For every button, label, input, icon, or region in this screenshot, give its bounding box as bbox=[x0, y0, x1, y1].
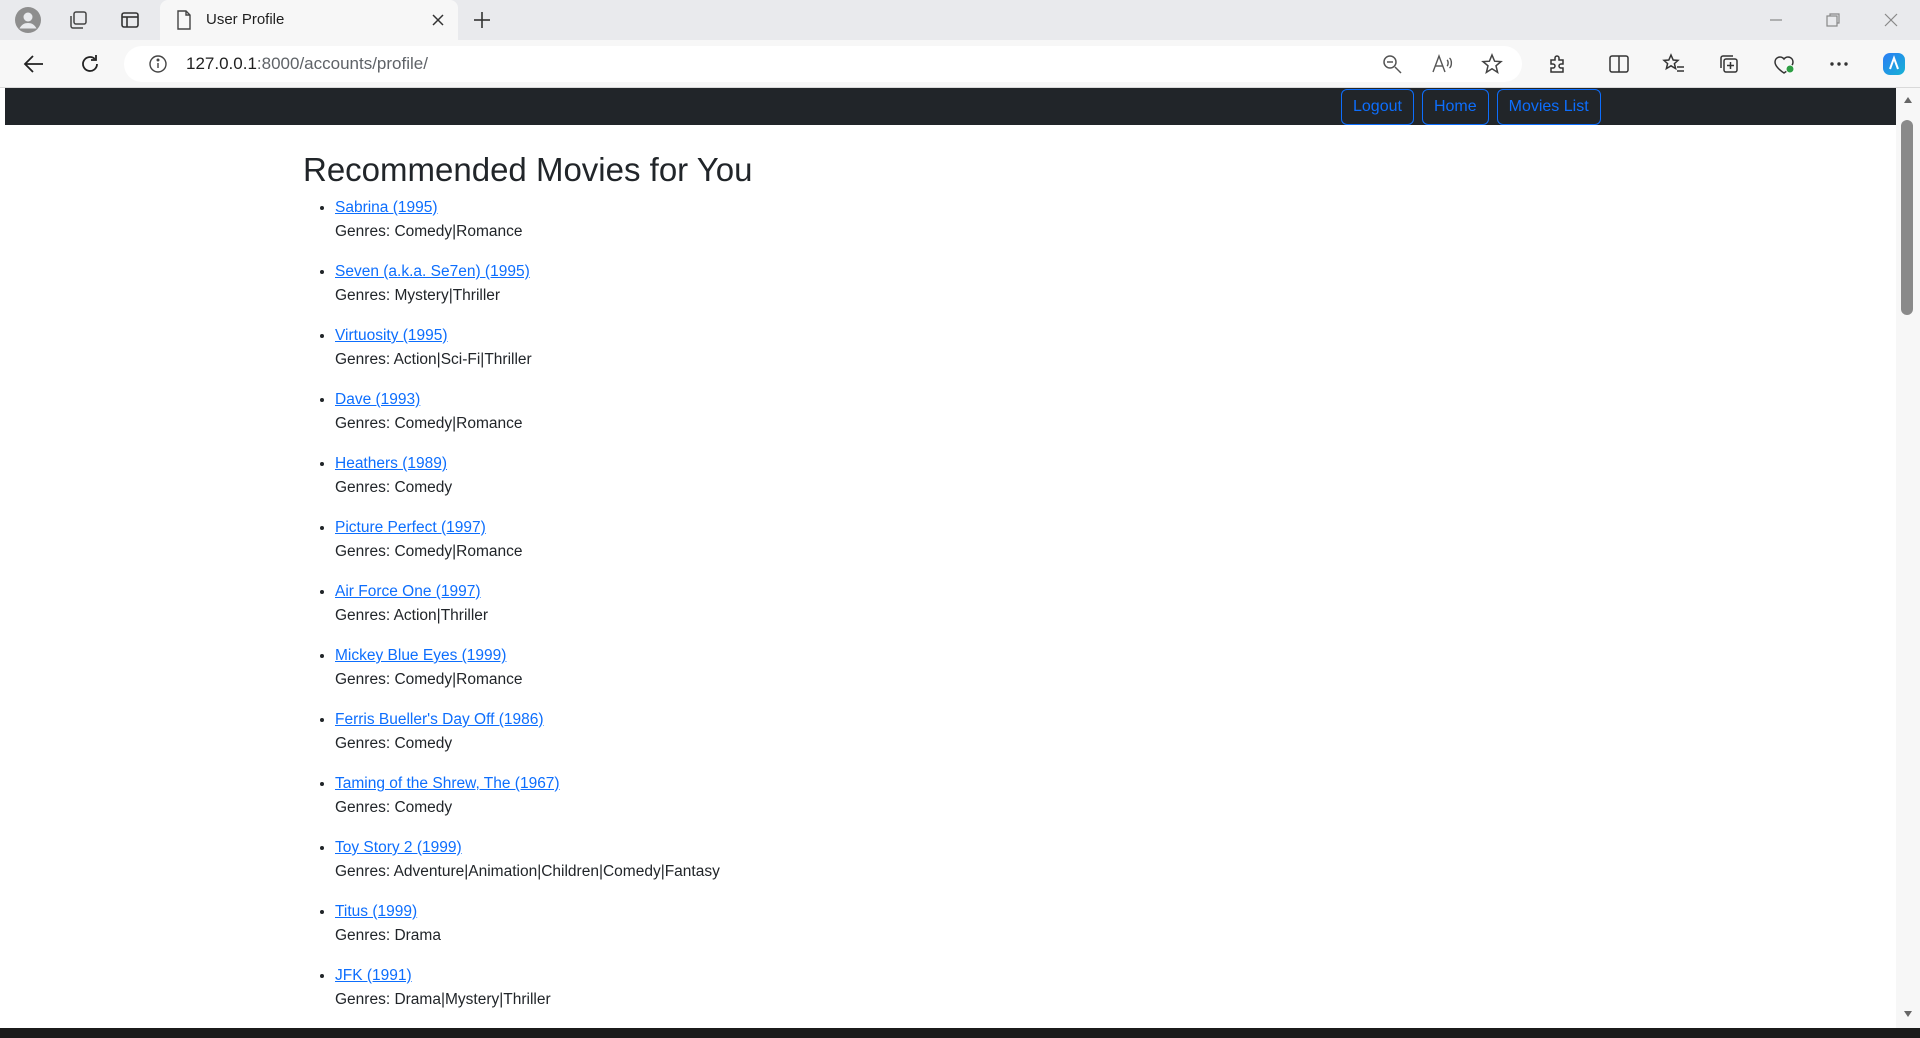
scroll-thumb[interactable] bbox=[1901, 120, 1913, 315]
list-item: Toy Story 2 (1999) Genres: Adventure|Anim… bbox=[335, 836, 1503, 884]
favorites-icon[interactable] bbox=[1660, 50, 1688, 78]
list-item: Ferris Bueller's Day Off (1986) Genres: C… bbox=[335, 708, 1503, 756]
movie-link[interactable]: Mickey Blue Eyes (1999) bbox=[335, 647, 506, 664]
page-scrollbar[interactable] bbox=[1896, 88, 1920, 1028]
movie-link[interactable]: Sabrina (1995) bbox=[335, 199, 438, 216]
browser-tab-bar: User Profile bbox=[0, 0, 1920, 40]
back-icon[interactable] bbox=[20, 50, 48, 78]
movie-genres: Genres: Action|Sci-Fi|Thriller bbox=[335, 351, 532, 368]
navbar-links: Logout Home Movies List bbox=[1341, 89, 1601, 125]
read-aloud-icon[interactable] bbox=[1430, 52, 1454, 76]
movie-link[interactable]: Toy Story 2 (1999) bbox=[335, 839, 462, 856]
list-item: Virtuosity (1995) Genres: Action|Sci-Fi|T… bbox=[335, 324, 1503, 372]
scroll-up-icon[interactable] bbox=[1902, 94, 1914, 106]
movie-link[interactable]: Heathers (1989) bbox=[335, 455, 447, 472]
restore-icon[interactable] bbox=[1821, 8, 1845, 32]
browser-essentials-icon[interactable] bbox=[1770, 50, 1798, 78]
movie-genres: Genres: Comedy bbox=[335, 735, 453, 752]
collections-icon[interactable] bbox=[1715, 50, 1743, 78]
workspaces-icon[interactable] bbox=[64, 6, 92, 34]
vertical-tabs-icon[interactable] bbox=[116, 6, 144, 34]
list-item: Air Force One (1997) Genres: Action|Thril… bbox=[335, 580, 1503, 628]
extensions-icon[interactable] bbox=[1544, 50, 1572, 78]
movie-link[interactable]: JFK (1991) bbox=[335, 967, 412, 984]
movie-link[interactable]: Dave (1993) bbox=[335, 391, 420, 408]
movie-link[interactable]: Virtuosity (1995) bbox=[335, 327, 448, 344]
movie-link[interactable]: Seven (a.k.a. Se7en) (1995) bbox=[335, 263, 530, 280]
movie-genres: Genres: Comedy|Romance bbox=[335, 223, 523, 240]
list-item: Seven (a.k.a. Se7en) (1995) Genres: Myste… bbox=[335, 260, 1503, 308]
address-bar[interactable]: 127.0.0.1:8000/accounts/profile/ bbox=[124, 46, 1522, 82]
movie-link[interactable]: Titus (1999) bbox=[335, 903, 417, 920]
browser-toolbar: 127.0.0.1:8000/accounts/profile/ bbox=[0, 40, 1920, 88]
movie-genres: Genres: Comedy bbox=[335, 479, 453, 496]
minimize-icon[interactable] bbox=[1764, 8, 1788, 32]
movie-genres: Genres: Mystery|Thriller bbox=[335, 287, 501, 304]
movie-link[interactable]: Ferris Bueller's Day Off (1986) bbox=[335, 711, 544, 728]
movie-genres: Genres: Action|Thriller bbox=[335, 607, 489, 624]
list-item: Dave (1993) Genres: Comedy|Romance bbox=[335, 388, 1503, 436]
logout-button[interactable]: Logout bbox=[1341, 89, 1414, 125]
favorite-star-icon[interactable] bbox=[1480, 52, 1504, 76]
movie-genres: Genres: Comedy|Romance bbox=[335, 671, 523, 688]
movie-genres: Genres: Drama|Mystery|Thriller bbox=[335, 991, 551, 1008]
page-icon bbox=[174, 10, 194, 30]
url-host: 127.0.0.1 bbox=[186, 54, 257, 73]
list-item: Sabrina (1995) Genres: Comedy|Romance bbox=[335, 196, 1503, 244]
movie-link[interactable]: Picture Perfect (1997) bbox=[335, 519, 486, 536]
tab-title: User Profile bbox=[206, 11, 285, 28]
copilot-icon[interactable] bbox=[1880, 50, 1908, 78]
active-tab[interactable]: User Profile bbox=[160, 0, 458, 40]
movies-list-button[interactable]: Movies List bbox=[1496, 89, 1601, 125]
new-tab-icon[interactable] bbox=[468, 6, 496, 34]
split-screen-icon[interactable] bbox=[1605, 50, 1633, 78]
url-text[interactable]: 127.0.0.1:8000/accounts/profile/ bbox=[186, 54, 428, 74]
close-window-icon[interactable] bbox=[1879, 8, 1903, 32]
main-content: Recommended Movies for You Sabrina (1995… bbox=[303, 150, 1503, 1028]
movie-genres: Genres: Comedy bbox=[335, 799, 453, 816]
profile-icon[interactable] bbox=[14, 6, 42, 34]
site-info-icon[interactable] bbox=[146, 52, 170, 76]
movie-link[interactable]: Air Force One (1997) bbox=[335, 583, 481, 600]
url-path: :8000/accounts/profile/ bbox=[256, 54, 428, 73]
list-item: Picture Perfect (1997) Genres: Comedy|Rom… bbox=[335, 516, 1503, 564]
scroll-down-icon[interactable] bbox=[1902, 1008, 1914, 1020]
home-button[interactable]: Home bbox=[1421, 89, 1489, 125]
movie-genres: Genres: Drama bbox=[335, 927, 441, 944]
os-taskbar-strip bbox=[0, 1028, 1920, 1038]
page-viewport: Logout Home Movies List Recommended Movi… bbox=[5, 88, 1896, 1028]
list-item: Taming of the Shrew, The (1967) Genres: C… bbox=[335, 772, 1503, 820]
list-item: JFK (1991) Genres: Drama|Mystery|Thriller bbox=[335, 964, 1503, 1012]
page-title: Recommended Movies for You bbox=[303, 151, 753, 188]
movie-genres: Genres: Comedy|Romance bbox=[335, 543, 523, 560]
list-item: Heathers (1989) Genres: Comedy bbox=[335, 452, 1503, 500]
zoom-icon[interactable] bbox=[1380, 52, 1404, 76]
movie-genres: Genres: Comedy|Romance bbox=[335, 415, 523, 432]
movie-genres: Genres: Adventure|Animation|Children|Com… bbox=[335, 863, 720, 880]
movie-link[interactable]: Taming of the Shrew, The (1967) bbox=[335, 775, 560, 792]
list-item: Titus (1999) Genres: Drama bbox=[335, 900, 1503, 948]
close-tab-icon[interactable] bbox=[426, 8, 450, 32]
recommended-movies-list: Sabrina (1995) Genres: Comedy|Romance Sev… bbox=[303, 196, 1503, 1012]
refresh-icon[interactable] bbox=[76, 50, 104, 78]
list-item: Mickey Blue Eyes (1999) Genres: Comedy|Ro… bbox=[335, 644, 1503, 692]
site-navbar: Logout Home Movies List bbox=[5, 88, 1896, 125]
more-options-icon[interactable] bbox=[1825, 50, 1853, 78]
